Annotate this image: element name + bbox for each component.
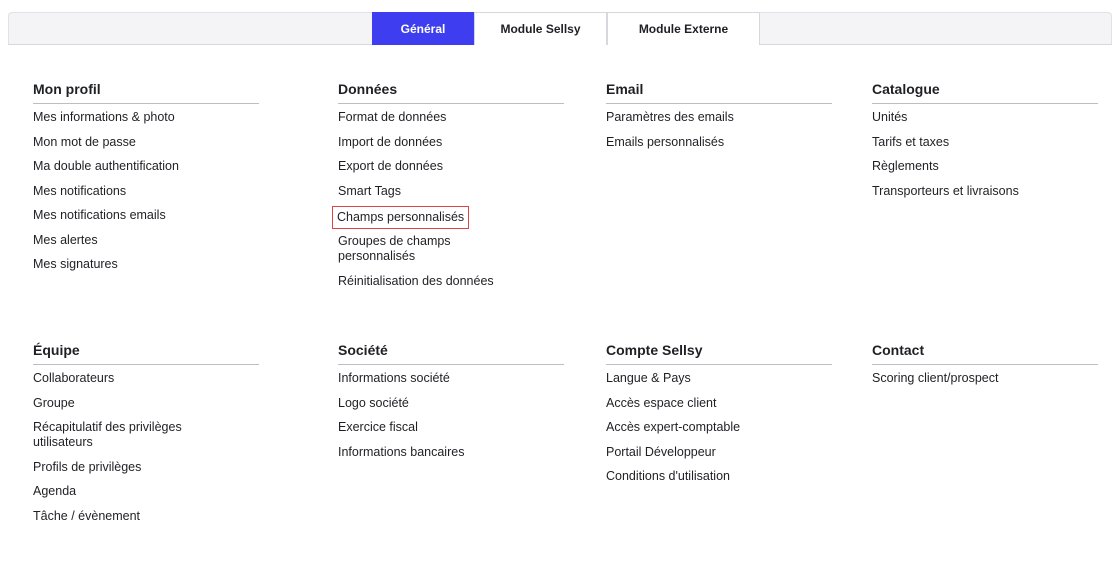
- link-format-de-donnees[interactable]: Format de données: [338, 110, 528, 125]
- link-mes-informations-photo[interactable]: Mes informations & photo: [33, 110, 223, 125]
- tab-module-externe[interactable]: Module Externe: [607, 12, 760, 45]
- link-langue-pays[interactable]: Langue & Pays: [606, 371, 796, 386]
- section-catalogue: Catalogue Unités Tarifs et taxes Règleme…: [872, 80, 1098, 208]
- tab-module-sellsy[interactable]: Module Sellsy: [474, 12, 607, 45]
- section-title: Données: [338, 80, 564, 104]
- link-informations-bancaires[interactable]: Informations bancaires: [338, 445, 528, 460]
- link-mes-alertes[interactable]: Mes alertes: [33, 233, 223, 248]
- section-title: Mon profil: [33, 80, 259, 104]
- link-portail-developpeur[interactable]: Portail Développeur: [606, 445, 796, 460]
- link-acces-expert-comptable[interactable]: Accès expert-comptable: [606, 420, 796, 435]
- section-societe: Société Informations société Logo sociét…: [338, 341, 564, 469]
- link-unites[interactable]: Unités: [872, 110, 1062, 125]
- link-profils-de-privileges[interactable]: Profils de privilèges: [33, 460, 223, 475]
- link-tache-evenement[interactable]: Tâche / évènement: [33, 509, 223, 524]
- section-email: Email Paramètres des emails Emails perso…: [606, 80, 832, 159]
- link-tarifs-et-taxes[interactable]: Tarifs et taxes: [872, 135, 1062, 150]
- section-title: Équipe: [33, 341, 259, 365]
- link-scoring-client-prospect[interactable]: Scoring client/prospect: [872, 371, 1062, 386]
- link-export-de-donnees[interactable]: Export de données: [338, 159, 528, 174]
- section-compte-sellsy: Compte Sellsy Langue & Pays Accès espace…: [606, 341, 832, 494]
- link-groupe[interactable]: Groupe: [33, 396, 223, 411]
- section-donnees: Données Format de données Import de donn…: [332, 80, 564, 298]
- section-title: Compte Sellsy: [606, 341, 832, 365]
- tab-general[interactable]: Général: [372, 12, 474, 45]
- link-agenda[interactable]: Agenda: [33, 484, 223, 499]
- link-mon-mot-de-passe[interactable]: Mon mot de passe: [33, 135, 223, 150]
- link-transporteurs-et-livraisons[interactable]: Transporteurs et livraisons: [872, 184, 1062, 199]
- link-mes-notifications-emails[interactable]: Mes notifications emails: [33, 208, 223, 223]
- link-emails-personnalises[interactable]: Emails personnalisés: [606, 135, 796, 150]
- link-reinitialisation-des-donnees[interactable]: Réinitialisation des données: [338, 274, 528, 289]
- section-mon-profil: Mon profil Mes informations & photo Mon …: [33, 80, 259, 282]
- section-title: Contact: [872, 341, 1098, 365]
- link-acces-espace-client[interactable]: Accès espace client: [606, 396, 796, 411]
- section-equipe: Équipe Collaborateurs Groupe Récapitulat…: [33, 341, 259, 533]
- link-import-de-donnees[interactable]: Import de données: [338, 135, 528, 150]
- section-title: Société: [338, 341, 564, 365]
- link-exercice-fiscal[interactable]: Exercice fiscal: [338, 420, 528, 435]
- link-smart-tags[interactable]: Smart Tags: [338, 184, 528, 199]
- link-collaborateurs[interactable]: Collaborateurs: [33, 371, 223, 386]
- link-groupes-de-champs-personnalises[interactable]: Groupes de champs personnalisés: [338, 234, 528, 264]
- link-champs-personnalises[interactable]: Champs personnalisés: [332, 206, 470, 229]
- link-reglements[interactable]: Règlements: [872, 159, 1062, 174]
- link-double-authentification[interactable]: Ma double authentification: [33, 159, 223, 174]
- section-title: Catalogue: [872, 80, 1098, 104]
- link-mes-notifications[interactable]: Mes notifications: [33, 184, 223, 199]
- link-logo-societe[interactable]: Logo société: [338, 396, 528, 411]
- section-title: Email: [606, 80, 832, 104]
- link-informations-societe[interactable]: Informations société: [338, 371, 528, 386]
- link-mes-signatures[interactable]: Mes signatures: [33, 257, 223, 272]
- section-contact: Contact Scoring client/prospect: [872, 341, 1098, 396]
- link-parametres-des-emails[interactable]: Paramètres des emails: [606, 110, 796, 125]
- link-recapitulatif-privileges[interactable]: Récapitulatif des privilèges utilisateur…: [33, 420, 223, 450]
- link-conditions-utilisation[interactable]: Conditions d'utilisation: [606, 469, 796, 484]
